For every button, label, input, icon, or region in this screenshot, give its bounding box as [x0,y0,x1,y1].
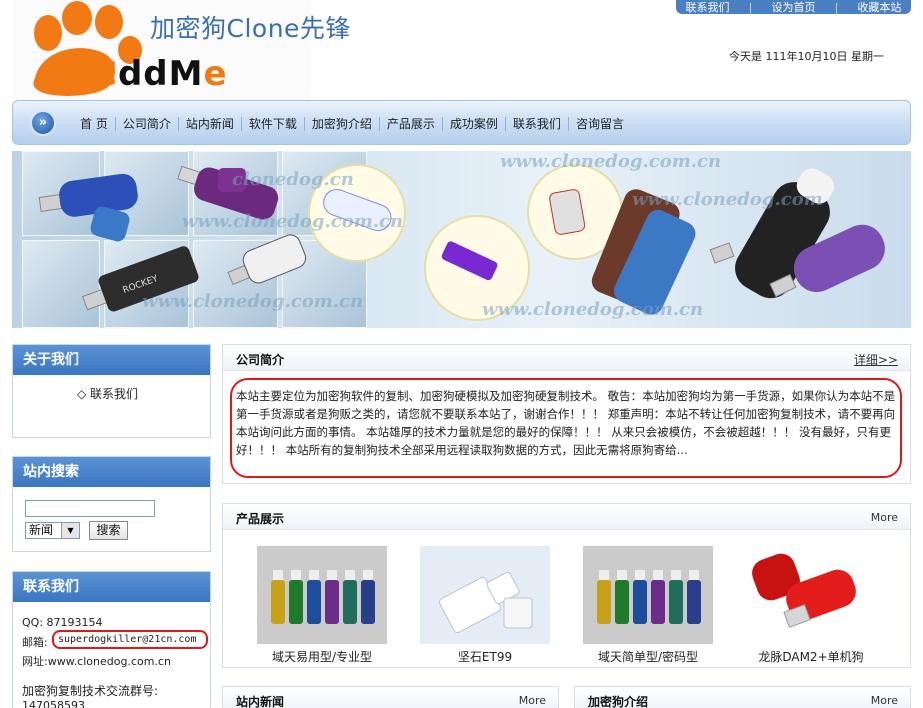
dongle-intro-title: 加密狗介绍 [588,695,649,708]
email-highlight-outline [52,630,208,649]
divider: | [748,0,753,14]
nav-item-company[interactable]: 公司简介 [116,116,179,131]
nav-item-home[interactable]: 首 页 [73,116,116,131]
product-image-1[interactable] [257,546,387,644]
main-nav: » 首 页 公司简介 站内新闻 软件下载 加密狗介绍 产品展示 成功案例 联系我… [12,100,911,145]
product-image-4[interactable] [746,546,876,644]
chevron-down-icon[interactable]: ▼ [61,523,79,538]
dongle-intro-more-link[interactable]: More [871,694,898,707]
double-chevron-icon: » [30,110,56,136]
banner-watermark: www.clonedog.com.cn [142,291,364,312]
intro-title: 公司简介 [236,353,285,367]
logo-wordmark: CddMe [92,54,228,94]
about-link-contact[interactable]: ◇ 联系我们 [77,385,138,402]
product-keys-graphic [257,546,387,644]
nav-item-downloads[interactable]: 软件下载 [242,116,305,131]
nav-item-contact[interactable]: 联系我们 [506,116,569,131]
search-category-select[interactable]: 新闻 ▼ [25,522,80,539]
search-input[interactable] [25,500,155,517]
top-link-set-homepage[interactable]: 设为首页 [771,0,815,15]
intro-header: 公司简介 详细>> [223,345,910,371]
product-label-2[interactable]: 坚石ET99 [405,648,565,665]
news-more-link[interactable]: More [519,694,546,707]
product-label-1[interactable]: 域天易用型/专业型 [242,648,402,665]
product-label-3[interactable]: 域天简单型/密码型 [568,648,728,665]
contact-qq: QQ: 87193154 [22,616,103,629]
product-key-white-graphic [420,546,550,644]
news-title: 站内新闻 [236,695,285,708]
products-title: 产品展示 [236,512,285,526]
contact-group-number: 147058593 [22,699,85,708]
contact-title: 联系我们 [13,572,210,602]
logo-letter-c: C [92,54,118,94]
logo-letters: ddM [117,54,204,94]
product-image-3[interactable] [583,546,713,644]
dongle-intro-header: 加密狗介绍 More [575,687,910,708]
banner-watermark: clonedog.cn [232,169,354,190]
contact-website[interactable]: 网址:www.clonedog.com.cn [22,653,171,669]
about-title: 关于我们 [13,345,210,375]
banner-watermark: www.clonedog.com.cn [482,299,704,320]
search-category-value: 新闻 [29,523,54,537]
nav-item-news[interactable]: 站内新闻 [179,116,242,131]
contact-email-label: 邮箱: [22,636,48,649]
news-panel: 站内新闻 More [222,686,559,708]
top-link-bookmark[interactable]: 收藏本站 [857,0,901,15]
banner-watermark: www.clonedog.com.cn [182,211,404,232]
product-label-4[interactable]: 龙脉DAM2+单机狗 [731,648,891,665]
intro-more-link[interactable]: 详细>> [854,351,898,368]
logo-letter-e: e [203,54,228,94]
product-image-2[interactable] [420,546,550,644]
site-title: 加密狗Clone先锋 [150,14,351,43]
products-header: 产品展示 More [223,504,910,530]
nav-item-dongle-intro[interactable]: 加密狗介绍 [305,116,380,131]
product-keys-graphic [583,546,713,644]
banner-watermark: www.clonedog.com [632,189,823,210]
search-title: 站内搜索 [13,457,210,487]
products-more-link[interactable]: More [871,511,898,524]
product-key-red-graphic [746,546,876,644]
news-header: 站内新闻 More [223,687,558,708]
dongle-intro-panel: 加密狗介绍 More [574,686,911,708]
banner-image: ROCKEY www.clonedog.com.cn clonedog.cn w… [12,151,911,328]
banner-watermark: www.clonedog.com.cn [500,151,722,172]
nav-items: 首 页 公司简介 站内新闻 软件下载 加密狗介绍 产品展示 成功案例 联系我们 … [73,101,631,146]
nav-item-feedback[interactable]: 咨询留言 [569,117,631,131]
intro-highlight-outline [230,378,902,478]
search-button[interactable]: 搜索 [89,521,128,540]
date-display: 今天是 111年10月10日 星期一 [729,50,884,63]
nav-item-products[interactable]: 产品展示 [380,116,443,131]
page: 加密狗Clone先锋 CddMe 联系我们 | 设为首页 | 收藏本站 今天是 … [0,0,923,708]
top-link-contact[interactable]: 联系我们 [686,0,730,15]
contact-group-label: 加密狗复制技术交流群号: [22,684,159,698]
nav-item-cases[interactable]: 成功案例 [443,116,506,131]
divider: | [834,0,839,14]
top-links-bar: 联系我们 | 设为首页 | 收藏本站 [676,0,911,14]
